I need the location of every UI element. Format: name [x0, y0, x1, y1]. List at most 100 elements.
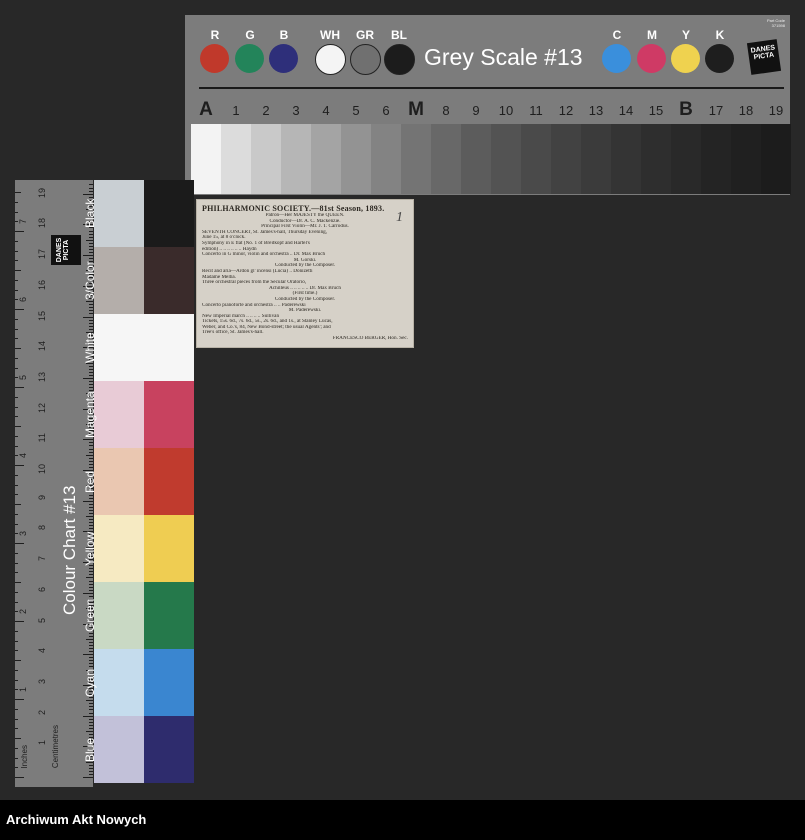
inch-tick — [15, 416, 18, 418]
inch-tick — [15, 669, 18, 671]
cm-number: 17 — [37, 249, 47, 260]
inch-tick — [15, 270, 21, 271]
part-code: Part Code 371598 — [745, 18, 785, 28]
swatch-label-wh: WH — [320, 28, 340, 42]
cm-number: 15 — [37, 310, 47, 321]
inch-tick — [15, 572, 18, 574]
inch-tick — [15, 718, 18, 720]
inch-number: 3 — [18, 531, 28, 537]
cm-number: 12 — [37, 402, 47, 413]
swatch-label-b: B — [279, 28, 289, 42]
grey-step-number: 12 — [558, 103, 574, 118]
grey-step-patch — [551, 124, 581, 194]
inch-number: 7 — [18, 219, 28, 225]
inch-tick — [15, 396, 18, 398]
grey-step-patch — [701, 124, 731, 194]
inch-tick — [15, 435, 18, 437]
cm-number: 6 — [37, 586, 47, 592]
inch-tick — [15, 279, 18, 281]
swatch-dot-g — [235, 44, 264, 73]
swatch-dot-wh — [315, 44, 346, 75]
colour-chart-logo: DANES PICTA — [51, 235, 81, 265]
patch-dark-cyan — [144, 649, 194, 716]
swatch-dot-bl — [384, 44, 415, 75]
grey-step-patch — [251, 124, 281, 194]
inch-tick — [15, 357, 18, 359]
cm-number: 16 — [37, 279, 47, 290]
inch-tick — [15, 738, 21, 739]
swatch-dot-gr — [350, 44, 381, 75]
clipping-line: FRANCESCO BERGER, Hon. Sec. — [332, 336, 408, 342]
patch-label: Cyan — [83, 668, 97, 697]
inch-tick — [15, 348, 21, 349]
inch-tick — [15, 328, 18, 330]
patch-dark-yellow — [144, 515, 194, 582]
grey-step-number: A — [199, 99, 213, 120]
inch-tick — [15, 494, 18, 496]
cm-number: 4 — [37, 648, 47, 654]
grey-step-patch — [221, 124, 251, 194]
inch-number: 2 — [18, 609, 28, 615]
cm-number: 10 — [37, 464, 47, 475]
grey-step-patch — [761, 124, 791, 194]
swatch-label-r: R — [210, 28, 220, 42]
clipping-heading: PHILHARMONIC SOCIETY.—81st Season, 1893. — [202, 204, 385, 213]
grey-step-patch — [311, 124, 341, 194]
patch-label: Blue — [83, 737, 97, 762]
grey-step-patch — [341, 124, 371, 194]
swatch-label-c: C — [612, 28, 622, 42]
inch-number: 6 — [18, 297, 28, 303]
grey-step-patch — [731, 124, 761, 194]
inch-tick — [15, 552, 18, 554]
inch-tick — [15, 260, 18, 262]
inch-tick — [15, 601, 18, 603]
cm-number: 19 — [37, 187, 47, 198]
grey-step-number: 4 — [322, 103, 330, 118]
swatch-dot-r — [200, 44, 229, 73]
patch-label: Magenta — [83, 391, 97, 438]
inch-tick — [15, 240, 18, 242]
inch-tick — [15, 591, 18, 593]
grey-step-patch — [581, 124, 611, 194]
swatch-label-y: Y — [681, 28, 690, 42]
grey-step-number: 10 — [498, 103, 514, 118]
inch-number: 5 — [18, 375, 28, 381]
cm-number: 2 — [37, 709, 47, 715]
cm-number: 1 — [37, 740, 47, 746]
inch-tick — [15, 465, 24, 466]
inch-tick — [15, 621, 24, 622]
inch-number: 4 — [18, 453, 28, 459]
clipping-body: Patron—Her MAJESTY the QUEEN. Conductor—D… — [202, 213, 408, 342]
inch-tick — [15, 747, 18, 749]
inch-tick — [15, 250, 18, 252]
handwritten-mark: 1 — [396, 210, 403, 225]
inch-tick — [15, 289, 18, 291]
inch-tick — [15, 699, 24, 700]
grey-step-patch — [461, 124, 491, 194]
inch-tick — [15, 767, 18, 769]
patch-dark-red — [144, 448, 194, 515]
patch-dark-black — [144, 180, 194, 247]
patch-dark-magenta — [144, 381, 194, 448]
grey-step-number: 8 — [442, 103, 450, 118]
cm-number: 13 — [37, 371, 47, 382]
grey-step-patch — [401, 124, 431, 194]
colour-chart-card: 1 2 3 4 5 6 7 8 9 10 11 12 13 14 15 16 17 18 19 1 2 3 4 5 6 7 Bla… — [15, 180, 195, 787]
inch-tick — [15, 660, 21, 661]
swatch-label-bl: BL — [391, 28, 407, 42]
grey-step-number: 3 — [292, 103, 300, 118]
grey-step-number: 1 — [232, 103, 240, 118]
grey-step-number: 5 — [352, 103, 360, 118]
patch-dark-3-color — [144, 247, 194, 314]
grey-step-number: 17 — [708, 103, 724, 118]
cm-number: 14 — [37, 341, 47, 352]
grey-step-number: 6 — [382, 103, 390, 118]
swatch-dot-k — [705, 44, 734, 73]
part-code-value: 371598 — [771, 23, 785, 28]
grey-step-number: 19 — [768, 103, 784, 118]
grey-step-number: 18 — [738, 103, 754, 118]
centimetres-label: Centimetres — [51, 725, 60, 769]
grey-step-number: M — [408, 99, 424, 120]
grey-step-patch — [491, 124, 521, 194]
danes-picta-logo: DANES PICTA — [746, 39, 782, 75]
